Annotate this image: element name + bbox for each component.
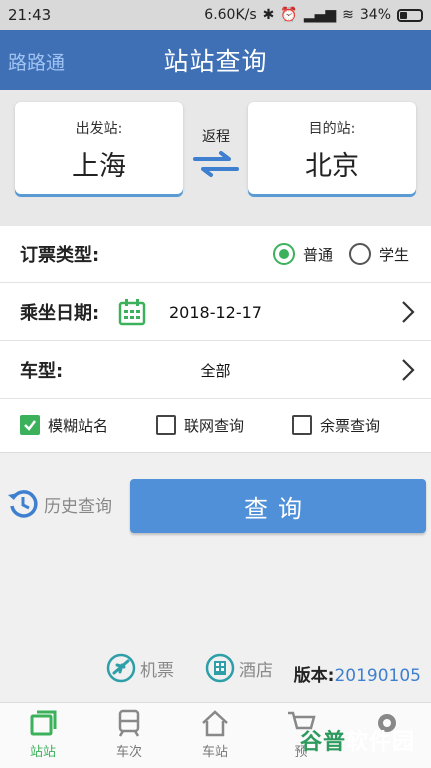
query-button[interactable]: 查询 xyxy=(130,479,426,533)
network-speed: 6.60K/s xyxy=(204,7,257,23)
ticket-type-options: 普通 学生 xyxy=(272,243,409,265)
tab-train-number[interactable]: 车次 xyxy=(86,709,172,760)
ticket-type-row: 订票类型: 普通 学生 xyxy=(0,226,431,283)
hotel-link[interactable]: 酒店 xyxy=(205,653,273,683)
swap-arrows-icon xyxy=(193,151,239,177)
checkbox-fuzzy-name[interactable]: 模糊站名 xyxy=(20,415,108,436)
chevron-right-icon xyxy=(402,359,415,381)
from-station-city: 上海 xyxy=(72,151,126,182)
battery-icon xyxy=(397,8,423,22)
action-area: 历史查询 查询 机票 酒店 版本:20190105 xyxy=(0,452,431,702)
hotel-icon xyxy=(205,653,235,683)
history-clock-icon xyxy=(8,490,38,518)
status-indicators: 6.60K/s ✱ ⏰ ▂▄▆ ≋ 34% xyxy=(204,7,423,23)
version-label: 版本: xyxy=(293,666,335,686)
radio-checked-icon xyxy=(272,243,295,265)
flight-label: 机票 xyxy=(140,660,174,681)
option-checkboxes: 模糊站名 联网查询 余票查询 xyxy=(0,398,431,452)
version-value: 20190105 xyxy=(334,666,421,686)
history-query-button[interactable]: 历史查询 xyxy=(6,487,112,521)
bluetooth-icon: ✱ xyxy=(262,7,275,23)
ticket-type-label: 订票类型: xyxy=(20,245,100,266)
watermark-white-text: 软件园 xyxy=(346,730,416,755)
tab-station[interactable]: 车站 xyxy=(172,709,258,760)
radio-unchecked-icon xyxy=(348,243,371,265)
home-icon xyxy=(202,710,228,737)
checkbox-unchecked-icon xyxy=(292,415,312,435)
train-icon xyxy=(118,709,140,737)
history-query-label: 历史查询 xyxy=(44,496,112,517)
radio-normal[interactable]: 普通 xyxy=(272,243,333,265)
airplane-icon xyxy=(106,653,136,683)
checkbox-remaining-tickets-label: 余票查询 xyxy=(320,416,381,435)
radio-normal-label: 普通 xyxy=(302,245,333,264)
radio-student[interactable]: 学生 xyxy=(348,243,409,265)
signal-icon: ▂▄▆ xyxy=(303,7,337,23)
from-station-label: 出发站: xyxy=(75,121,123,137)
chevron-right-icon xyxy=(402,301,415,323)
train-type-row[interactable]: 车型: 全部 xyxy=(0,342,431,399)
to-station-card[interactable]: 目的站: 北京 xyxy=(248,102,416,194)
to-station-city: 北京 xyxy=(305,151,359,182)
date-row[interactable]: 乘坐日期: 2018-12-17 xyxy=(0,284,431,341)
app-bar: 路路通 站站查询 xyxy=(0,30,431,90)
status-bar: 21:43 6.60K/s ✱ ⏰ ▂▄▆ ≋ 34% xyxy=(0,0,431,30)
bottom-links: 机票 酒店 版本:20190105 xyxy=(0,653,431,689)
radio-student-label: 学生 xyxy=(378,245,409,264)
swap-label: 返程 xyxy=(202,129,230,145)
tab-station-to-station[interactable]: 站站 xyxy=(0,709,86,760)
alarm-icon: ⏰ xyxy=(280,7,298,23)
train-type-value: 全部 xyxy=(200,361,231,380)
status-time: 21:43 xyxy=(8,6,52,24)
version-info: 版本:20190105 xyxy=(294,661,421,686)
from-station-card[interactable]: 出发站: 上海 xyxy=(15,102,183,194)
tab-label: 车次 xyxy=(115,745,142,760)
flight-link[interactable]: 机票 xyxy=(106,653,174,683)
station-selector: 出发站: 上海 返程 目的站: 北京 xyxy=(0,90,431,226)
tab-label: 站站 xyxy=(29,745,56,760)
watermark: 谷普软件园 xyxy=(300,724,415,756)
checkbox-unchecked-icon xyxy=(156,415,176,435)
tab-label: 车站 xyxy=(201,745,228,760)
swap-stations-button[interactable]: 返程 xyxy=(190,126,242,182)
watermark-green-text: 谷普 xyxy=(300,730,347,755)
checkbox-remaining-tickets[interactable]: 余票查询 xyxy=(292,415,380,436)
checkbox-online-query[interactable]: 联网查询 xyxy=(156,415,244,436)
page-title: 站站查询 xyxy=(163,47,268,76)
wifi-icon: ≋ xyxy=(342,7,354,23)
battery-percent: 34% xyxy=(359,7,391,23)
checkbox-fuzzy-name-label: 模糊站名 xyxy=(48,416,109,435)
hotel-label: 酒店 xyxy=(239,660,273,681)
date-value: 2018-12-17 xyxy=(169,302,262,322)
query-form: 订票类型: 普通 学生 乘坐日期: 2018-12-17 车型: 全部 模糊站名… xyxy=(0,226,431,452)
battery-fill xyxy=(400,11,407,19)
to-station-label: 目的站: xyxy=(308,121,356,137)
layers-icon xyxy=(30,710,57,736)
brand-link[interactable]: 路路通 xyxy=(8,48,65,75)
checkbox-checked-icon xyxy=(20,415,40,435)
checkbox-online-query-label: 联网查询 xyxy=(184,416,245,435)
